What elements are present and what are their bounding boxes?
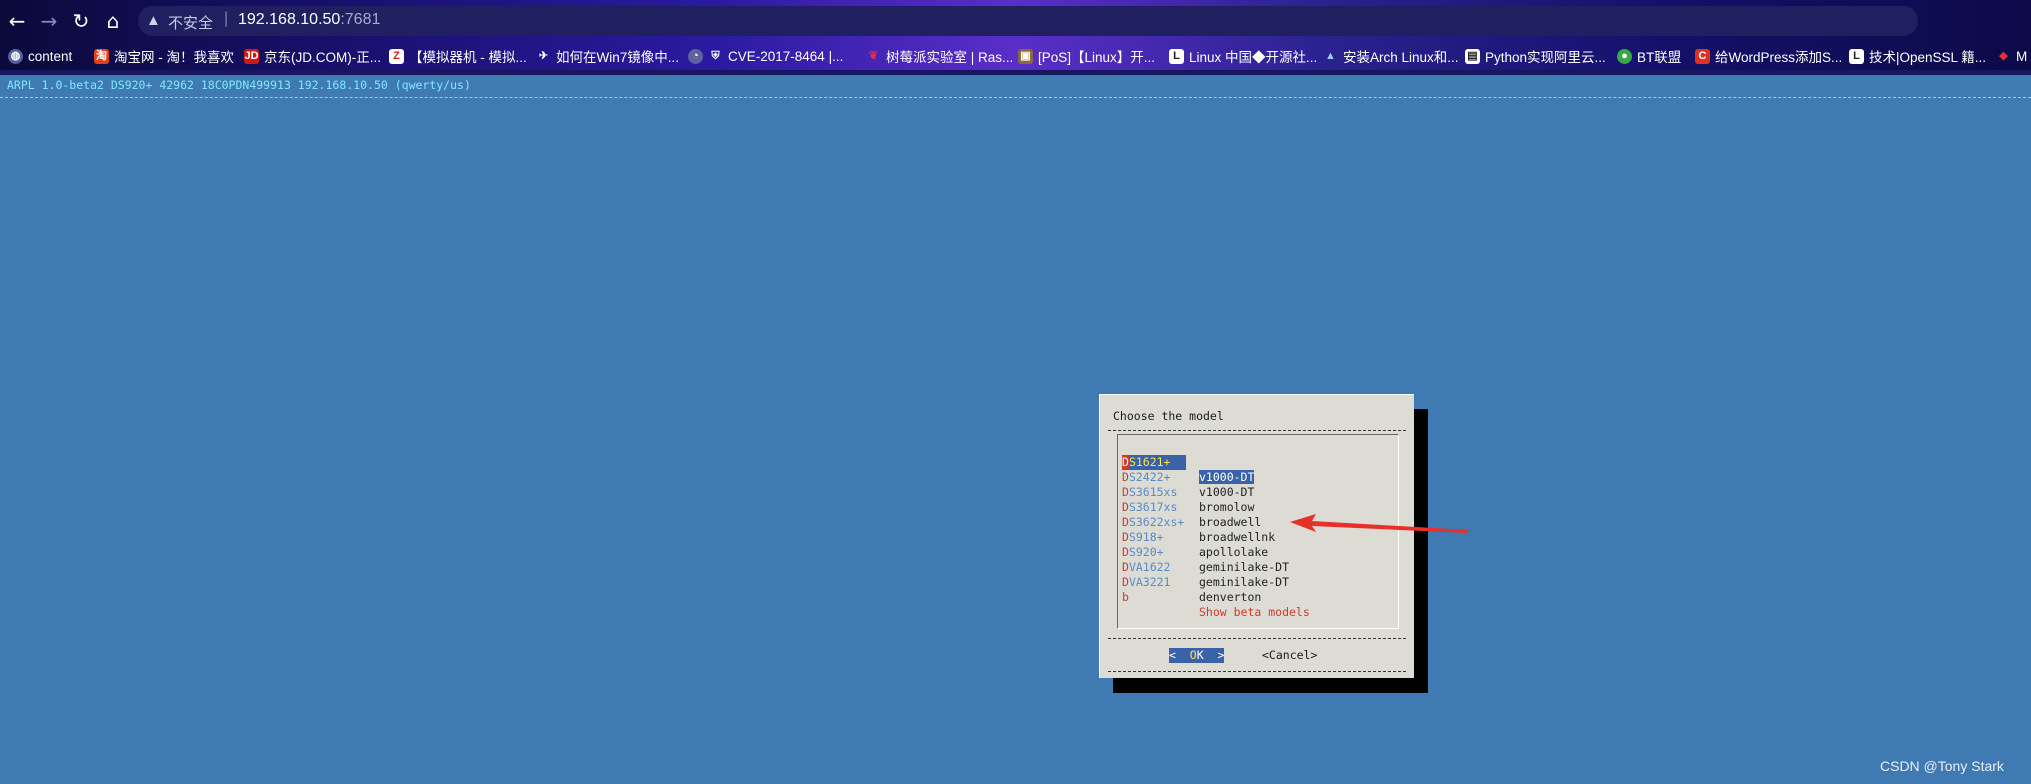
dialog-divider (1108, 430, 1406, 431)
model-option[interactable]: DVA1622 geminilake-DT (1122, 545, 1289, 589)
address-bar[interactable]: ▲ 不安全 | 192.168.10.50:7681 (138, 6, 1918, 36)
url-separator: | (224, 10, 229, 27)
watermark: CSDN @Tony Stark (1880, 758, 2004, 774)
taobao-icon: 淘 (94, 48, 109, 64)
bookmark-item[interactable]: ▲ 安装Arch Linux和... (1323, 47, 1459, 66)
cancel-button[interactable]: <Cancel> (1262, 648, 1317, 663)
security-label: 不安全 (168, 15, 214, 32)
option-label: denverton (1199, 590, 1262, 604)
url-host: 192.168.10.50 (238, 11, 341, 28)
bookmark-item[interactable]: ▤ Python实现阿里云... (1465, 47, 1606, 65)
bookmarks-bar: ◍ content 淘淘宝网 - 淘！我喜欢 JD 京东(JD.COM)-正... … (0, 42, 2031, 70)
back-arrow-icon[interactable]: ← (6, 10, 28, 32)
bt-icon: ● (1617, 48, 1632, 64)
bookmark-item[interactable]: ▣ [PoS]【Linux】开... (1018, 47, 1155, 65)
option-hotkey: b (1122, 590, 1129, 604)
option-label: Show beta models (1199, 605, 1310, 619)
ok-hotkey: O (1189, 648, 1197, 662)
browser-chrome: ← → ↻ ⌂ ▲ 不安全 | 192.168.10.50:7681 ◍ cont… (0, 0, 2031, 75)
raspberry-icon: ❦ (868, 49, 879, 62)
model-option[interactable]: DVA3221 denverton (1122, 560, 1261, 604)
model-option[interactable]: DS918+ apollolake (1122, 515, 1268, 559)
linux-icon: L (1849, 48, 1864, 64)
shield-icon: ◔ (688, 48, 703, 64)
option-label: geminilake-DT (1199, 575, 1290, 589)
chrome-divider (0, 70, 2031, 75)
arch-icon: ▲ (1325, 49, 1336, 62)
dialog-divider (1108, 638, 1406, 639)
annotation-arrow-icon (1290, 514, 1468, 533)
bookmark-item[interactable]: ✈ 如何在Win7镜像中... (536, 47, 679, 66)
model-option[interactable]: DS3622xs+ broadwellnk (1122, 500, 1275, 544)
bookmark-item[interactable]: C 给WordPress添加S... (1695, 47, 1842, 65)
globe-icon: ◍ (8, 48, 23, 64)
jd-icon: JD (244, 48, 259, 64)
show-beta-option[interactable]: b Show beta models (1122, 575, 1310, 619)
home-icon[interactable]: ⌂ (102, 10, 124, 32)
model-option[interactable]: DS3615xs bromolow (1122, 470, 1254, 514)
bird-icon: ✈ (538, 49, 549, 62)
browser-toolbar: ← → ↻ ⌂ ▲ 不安全 | 192.168.10.50:7681 (0, 0, 2031, 42)
dialog-title: Choose the model (1113, 409, 1224, 423)
arrow-shape (1290, 514, 1468, 533)
forward-arrow-icon[interactable]: → (38, 10, 60, 32)
option-label: v1000-DT (1199, 485, 1255, 499)
option-label: geminilake-DT (1199, 560, 1290, 574)
bookmark-item[interactable]: Z 【模拟器机 - 模拟... (389, 47, 527, 65)
bookmark-item[interactable]: L Linux 中国◆开源社... (1169, 47, 1317, 65)
page-icon: ▤ (1465, 48, 1480, 64)
model-option[interactable]: DS2422+ v1000-DT (1122, 455, 1254, 499)
bookmark-item[interactable]: JD 京东(JD.COM)-正... (244, 47, 381, 65)
dialog-divider (1108, 671, 1406, 672)
linux-icon: L (1169, 48, 1184, 64)
box-icon: ▣ (1018, 48, 1033, 64)
warning-triangle-icon: ▲ (146, 12, 161, 29)
model-option[interactable]: DS920+ geminilake-DT (1122, 530, 1289, 574)
bookmark-item[interactable]: L 技术|OpenSSL 籍... (1849, 47, 1986, 65)
option-label: apollolake (1199, 545, 1269, 559)
url-text: 192.168.10.50:7681 (238, 11, 380, 29)
leaf-icon: ◆ (1999, 49, 2008, 62)
z-icon: Z (389, 48, 404, 64)
shield-icon: ⛨ (711, 49, 720, 62)
bookmark-item[interactable]: ● BT联盟 (1617, 47, 1681, 65)
bookmark-item[interactable]: ◔ ⛨ CVE-2017-8464 |... (688, 47, 843, 65)
model-option[interactable]: DS3617xs broadwell (1122, 485, 1261, 529)
url-port: :7681 (340, 11, 381, 28)
bookmark-item[interactable]: ◍ content (8, 47, 72, 65)
bookmark-item[interactable]: ❦ 树莓派实验室 | Ras... (866, 47, 1013, 66)
bookmark-item[interactable]: ◆ M (1996, 47, 2027, 65)
ok-button[interactable]: < OK > (1169, 648, 1225, 663)
option-label: v1000-DT (1199, 470, 1255, 484)
terminal-header: ARPL 1.0-beta2 DS920+ 42962 18C0PDN49991… (7, 78, 471, 92)
reload-icon[interactable]: ↻ (70, 10, 92, 32)
c-icon: C (1695, 48, 1710, 64)
terminal-divider (0, 97, 2031, 98)
bookmark-item[interactable]: 淘淘宝网 - 淘！我喜欢 (94, 47, 234, 65)
model-option[interactable]: DS1621+ v1000-DT (1122, 440, 1255, 484)
